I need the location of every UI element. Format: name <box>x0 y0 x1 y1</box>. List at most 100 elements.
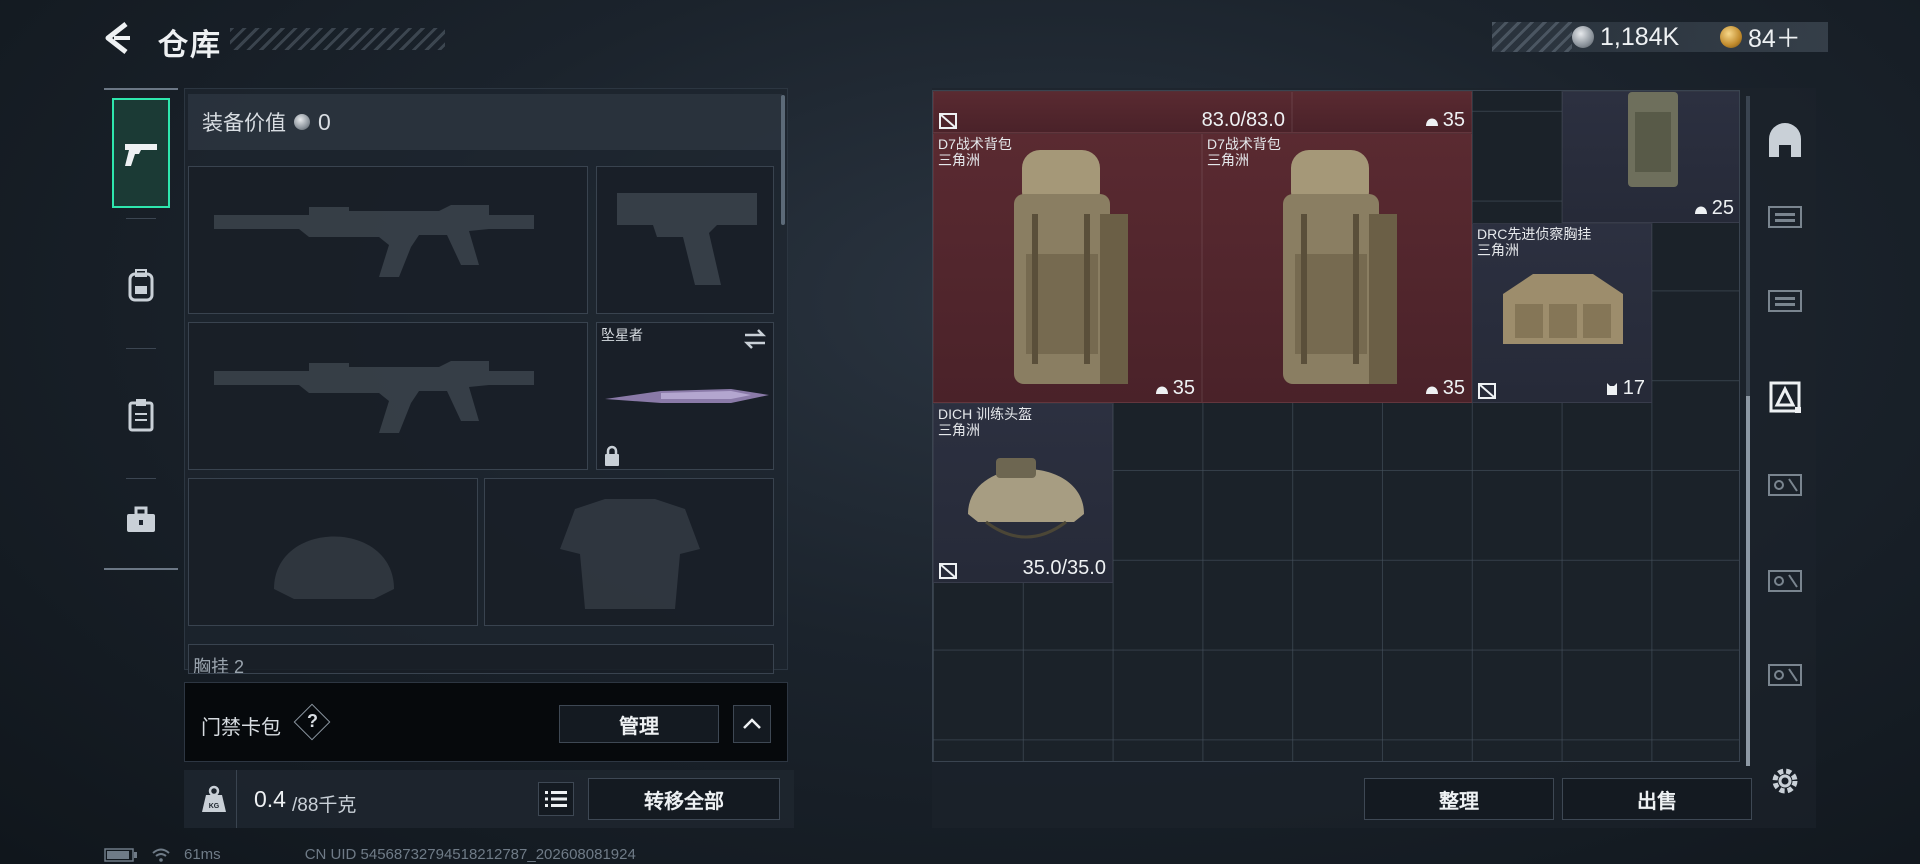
backpack-image <box>1283 150 1397 384</box>
item-value-text: 17 <box>1622 377 1645 399</box>
silver-currency: 1,184K <box>1572 22 1679 52</box>
swap-icon[interactable] <box>741 327 769 351</box>
list-view-button[interactable] <box>538 782 574 816</box>
page-title: 仓库 <box>158 29 222 62</box>
pistol-icon <box>125 144 157 166</box>
tab-v2[interactable] <box>1762 556 1808 602</box>
melee-slot[interactable]: 坠星者 <box>596 322 774 470</box>
rig-mini-icon <box>1606 382 1617 395</box>
armor-slot[interactable] <box>484 478 774 626</box>
ping-value: 61ms <box>184 846 221 863</box>
helmet-mini-icon <box>1694 206 1707 214</box>
weight-max: /88千克 <box>292 795 357 816</box>
melee-name: 坠星者 <box>601 327 643 343</box>
secondary-weapon-slot[interactable] <box>188 322 588 470</box>
item-name: DICH 训练头盔 <box>938 406 1033 422</box>
clipboard-icon <box>128 399 154 432</box>
storage-item[interactable]: 25 <box>1562 91 1739 223</box>
storage-item[interactable]: DICH 训练头盔 三角洲 35.0/35.0 <box>933 403 1113 583</box>
gold-currency-value: 84＋ <box>1748 25 1801 53</box>
storage-item[interactable]: D7战术背包 三角洲 35 <box>1202 133 1472 403</box>
storage-tabs <box>1754 94 1816 794</box>
silver-currency-value: 1,184K <box>1600 22 1680 51</box>
primary-weapon-slot[interactable] <box>188 166 588 314</box>
broken-armor-icon <box>1478 383 1496 399</box>
title-decoration <box>230 28 445 50</box>
storage-grid[interactable]: 83.0/83.0 35 25 D7战术背包 三角洲 35 D7战术背包 三角洲… <box>932 90 1740 762</box>
weight-bar: KG 0.4 /88千克 转移全部 <box>184 770 794 828</box>
storage-item[interactable]: D7战术背包 三角洲 35 <box>933 133 1202 403</box>
weight-badge: KG <box>192 778 236 820</box>
rifle-silhouette-icon <box>214 205 534 277</box>
equipment-scrollbar[interactable] <box>781 95 785 225</box>
item-value: 25 <box>1694 197 1734 220</box>
armor-silhouette-icon <box>560 499 700 609</box>
item-value-text: 25 <box>1711 197 1734 219</box>
manage-button[interactable]: 管理 <box>559 705 719 743</box>
storage-scrollbar-thumb[interactable] <box>1746 396 1750 766</box>
tab-gti[interactable] <box>1762 192 1808 238</box>
helmet-silhouette-icon <box>274 536 394 599</box>
item-name: D7战术背包 <box>938 136 1012 152</box>
collapse-button[interactable] <box>733 705 771 743</box>
equipment-value-label: 装备价值 <box>202 112 286 135</box>
helmet-mini-icon <box>1155 386 1168 394</box>
gold-currency[interactable]: 84＋ <box>1720 22 1801 53</box>
list-icon <box>545 791 567 807</box>
tab-vest[interactable] <box>112 360 170 470</box>
sell-button[interactable]: 出售 <box>1562 778 1752 820</box>
uid-text: CN UID 5456873279451821278​7_20260808192… <box>304 846 636 863</box>
storage-item[interactable]: 35 <box>1292 91 1472 133</box>
helmet-mini-icon <box>1425 118 1438 126</box>
rifle-silhouette-icon <box>214 361 534 433</box>
equipment-value-bar: 装备价值 0 <box>188 94 782 150</box>
item-value-text: 35 <box>1442 377 1465 399</box>
back-button[interactable] <box>100 18 140 58</box>
tab-iv[interactable] <box>1762 276 1808 322</box>
weight-current: 0.4 <box>254 786 286 812</box>
helmet-mini-icon <box>1425 386 1438 394</box>
settings-button[interactable] <box>1762 758 1808 804</box>
tab-v1[interactable] <box>1762 460 1808 506</box>
chevron-up-icon <box>743 718 761 729</box>
v-icon <box>1768 664 1802 686</box>
v-icon <box>1768 570 1802 592</box>
chest-rig-section[interactable]: 胸挂 2 <box>188 644 774 674</box>
silver-coin-icon <box>1572 26 1594 48</box>
storage-scrollbar-track[interactable] <box>1746 96 1750 396</box>
sort-button[interactable]: 整理 <box>1364 778 1554 820</box>
transfer-all-button[interactable]: 转移全部 <box>588 778 780 820</box>
weight-icon: KG <box>202 785 226 812</box>
kg-badge-text: KG <box>209 803 220 810</box>
item-durability: 83.0/83.0 <box>1201 109 1285 131</box>
item-durability: 35.0/35.0 <box>1022 557 1106 579</box>
helmet-slot[interactable] <box>188 478 478 626</box>
sidearm-slot[interactable] <box>596 166 774 314</box>
broken-armor-icon <box>939 113 957 129</box>
tab-ga[interactable] <box>1762 374 1808 420</box>
silver-coin-icon <box>294 114 310 130</box>
keycard-label: 门禁卡包 <box>201 717 281 739</box>
item-value-text: 35 <box>1172 377 1195 399</box>
ga-icon <box>1769 381 1801 413</box>
tab-toolbox[interactable] <box>112 490 170 550</box>
tab-v3[interactable] <box>1762 650 1808 696</box>
item-value-text: 35 <box>1442 109 1465 131</box>
pistol-silhouette-icon <box>617 193 757 285</box>
gt-icon <box>1769 123 1801 157</box>
helmet-image <box>968 458 1084 539</box>
knife-icon <box>605 389 769 403</box>
v-icon <box>1768 474 1802 496</box>
category-rail <box>104 88 178 570</box>
storage-item[interactable]: 83.0/83.0 <box>933 91 1292 133</box>
tab-weapons[interactable] <box>112 98 170 208</box>
wifi-icon <box>152 848 170 862</box>
iv-icon <box>1768 290 1802 312</box>
tab-backpack[interactable] <box>112 230 170 340</box>
tab-gt[interactable] <box>1762 118 1808 164</box>
lock-icon <box>605 445 619 466</box>
vest-image <box>1628 92 1678 187</box>
toolbox-icon <box>127 506 155 532</box>
storage-item[interactable]: DRC先进侦察胸挂 三角洲 17 <box>1472 223 1652 403</box>
backpack-image <box>1014 150 1128 384</box>
